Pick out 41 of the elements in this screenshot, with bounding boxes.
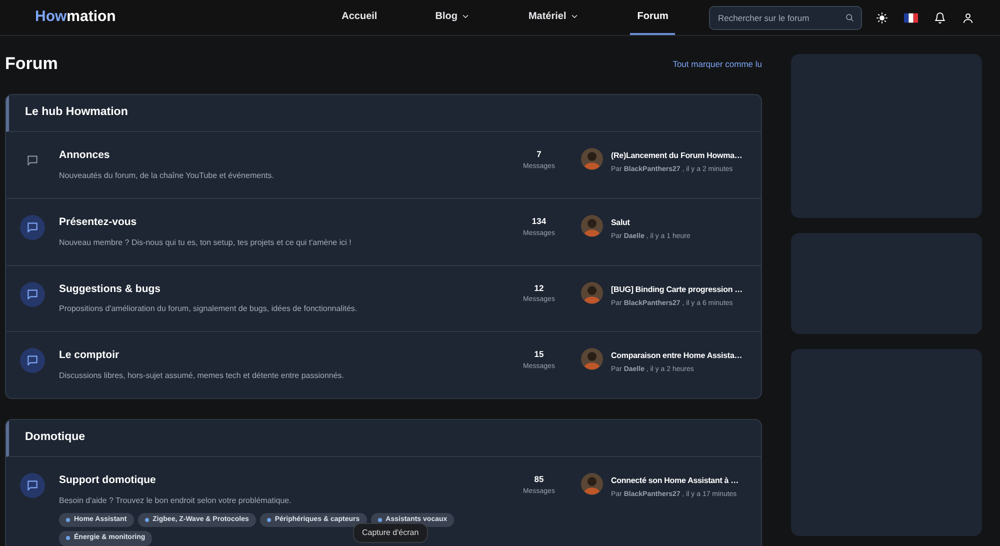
forum-title[interactable]: Support domotique [59, 472, 156, 489]
forum-title[interactable]: Le comptoir [59, 348, 120, 364]
avatar [581, 472, 603, 495]
forum-title[interactable]: Présentez-vous [59, 214, 137, 231]
page-title: Forum [5, 54, 58, 74]
message-count: 7 [536, 148, 542, 161]
forum-title[interactable]: Suggestions & bugs [59, 282, 161, 298]
forum-description: Nouveautés du forum, de la chaîne YouTube et événements. [59, 170, 275, 182]
forum-description: Propositions d'amélioration du forum, signalement de bugs, idées de fonctionnalités. [59, 303, 358, 316]
mark-all-read-link[interactable]: Tout marquer comme lu [672, 58, 762, 71]
message-count: 85 [533, 472, 545, 486]
last-post-title[interactable]: Salut [611, 216, 630, 229]
message-count: 12 [533, 282, 545, 294]
nav-link[interactable]: Accueil [334, 0, 384, 35]
nav-link[interactable]: Blog [428, 0, 478, 35]
last-post-title[interactable]: [BUG] Binding Carte progression … [611, 284, 742, 296]
message-count: 134 [530, 214, 548, 228]
last-post-title[interactable]: Connecté son Home Assistant à … [611, 474, 739, 487]
user-icon[interactable] [962, 12, 974, 24]
tooltip: Capture d'écran [353, 523, 428, 543]
search-field[interactable]: Rechercher sur le forum [709, 6, 862, 30]
sun-icon[interactable] [876, 12, 888, 24]
nav-link[interactable]: Forum [630, 0, 676, 35]
forum-title[interactable]: Annonces [59, 148, 110, 164]
forum-description: Discussions libres, hors-sujet assumé, memes tech et détente entre passionnés. [59, 370, 346, 382]
avatar [581, 148, 603, 170]
avatar [581, 348, 603, 370]
last-post-title[interactable]: (Re)Lancement du Forum Howma… [611, 150, 742, 162]
message-count: 15 [533, 348, 545, 362]
avatar [581, 214, 603, 237]
section-title: Le hub Howmation [6, 95, 761, 132]
search-icon [845, 12, 854, 22]
avatar [581, 282, 603, 304]
section-title: Domotique [6, 420, 761, 457]
logo[interactable]: Howmation [35, 6, 265, 29]
forum-description: Nouveau membre ? Dis-nous qui tu es, ton setup, tes projets et ce qui t'amène ici ! [59, 236, 352, 249]
last-post-title[interactable]: Comparaison entre Home Assista… [611, 350, 742, 362]
forum-description: Besoin d'aide ? Trouvez le bon endroit selon votre problématique. [59, 494, 292, 507]
nav-link[interactable]: Matériel [521, 0, 586, 35]
bell-icon[interactable] [934, 12, 946, 24]
flag-icon[interactable] [904, 12, 918, 22]
